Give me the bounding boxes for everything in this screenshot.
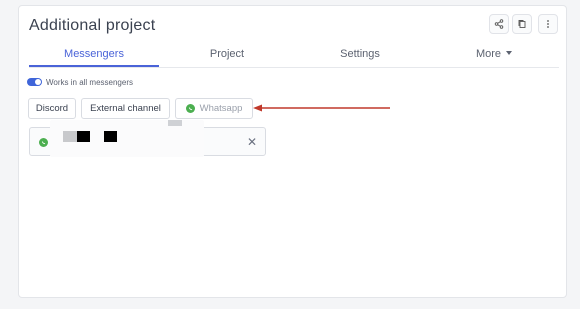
share-icon xyxy=(494,19,504,29)
copy-button[interactable] xyxy=(512,14,532,34)
share-button[interactable] xyxy=(489,14,509,34)
tab-messengers[interactable]: Messengers xyxy=(29,47,159,67)
all-messengers-toggle[interactable] xyxy=(27,78,42,86)
tab-settings[interactable]: Settings xyxy=(295,47,425,67)
channel-chip-whatsapp[interactable]: Whatsapp xyxy=(175,98,253,119)
redacted-account-name xyxy=(50,120,204,157)
all-messengers-toggle-row: Works in all messengers xyxy=(27,76,133,88)
annotation-arrow xyxy=(253,104,390,112)
channel-chip-external[interactable]: External channel xyxy=(81,98,170,119)
whatsapp-icon xyxy=(39,138,48,147)
channel-chip-label: Discord xyxy=(35,103,69,114)
tab-project[interactable]: Project xyxy=(162,47,292,67)
copy-icon xyxy=(518,20,526,28)
tab-project-label: Project xyxy=(209,48,245,60)
tab-messengers-label: Messengers xyxy=(64,48,124,60)
channel-chip-label: Whatsapp xyxy=(199,103,243,114)
tab-settings-label: Settings xyxy=(340,48,380,60)
tab-bar: Messengers Project Settings More xyxy=(29,45,559,68)
close-icon[interactable]: ✕ xyxy=(247,135,257,149)
all-messengers-toggle-label: Works in all messengers xyxy=(46,77,133,87)
tab-more[interactable]: More xyxy=(429,47,559,67)
more-vertical-icon xyxy=(547,20,549,28)
channel-chip-discord[interactable]: Discord xyxy=(28,98,76,119)
whatsapp-account-entry: ✕ xyxy=(29,120,266,157)
whatsapp-icon xyxy=(185,104,195,113)
page-title: Additional project xyxy=(29,17,156,34)
tab-more-label: More xyxy=(475,48,502,60)
more-options-button[interactable] xyxy=(538,14,558,34)
project-card: Additional project Messengers Project Se… xyxy=(18,5,567,298)
chevron-down-icon xyxy=(506,51,513,55)
channel-chip-label: External channel xyxy=(90,103,161,114)
